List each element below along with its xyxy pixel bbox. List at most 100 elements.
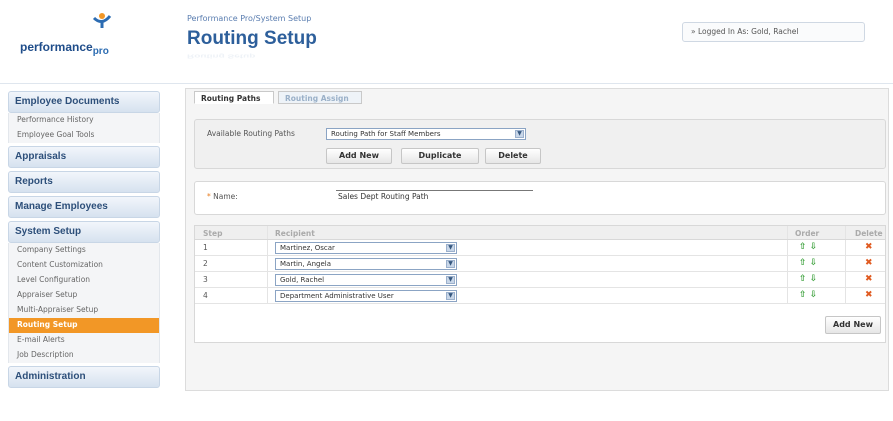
chevron-down-icon: ▼ [515,130,524,138]
add-new-path-button[interactable]: Add New [326,148,392,164]
reorder-controls: ⇧ ⇩ [799,274,817,284]
sidebar-item-content-customization[interactable]: Content Customization [9,258,159,273]
column-divider [845,256,846,271]
column-divider [267,226,268,239]
logo-text: performancepro [20,40,109,57]
sidebar-item-appraiser-setup[interactable]: Appraiser Setup [9,288,159,303]
table-header: Step Recipient Order Delete [195,226,885,240]
name-label-text: Name: [213,192,238,201]
column-divider [845,240,846,255]
available-routing-paths-label: Available Routing Paths [207,129,295,138]
table-footer: Add New [195,304,885,342]
recipient-select[interactable]: Department Administrative User ▼ [275,290,457,302]
breadcrumb[interactable]: Performance Pro/System Setup [187,14,311,23]
tab-routing-paths[interactable]: Routing Paths [194,91,274,104]
sidebar-section-appraisals[interactable]: Appraisals [8,146,160,168]
sidebar-item-email-alerts[interactable]: E-mail Alerts [9,333,159,348]
sidebar-submenu-employee-documents: Performance History Employee Goal Tools [8,113,160,143]
move-up-icon[interactable]: ⇧ [799,274,807,284]
header: performancepro Performance Pro/System Se… [0,0,893,84]
move-down-icon[interactable]: ⇩ [810,290,818,300]
move-down-icon[interactable]: ⇩ [810,242,818,252]
sidebar-submenu-system-setup: Company Settings Content Customization L… [8,243,160,363]
sidebar-item-performance-history[interactable]: Performance History [9,113,159,128]
step-number: 3 [203,275,208,284]
reorder-controls: ⇧ ⇩ [799,258,817,268]
routing-path-name-input[interactable]: Sales Dept Routing Path [336,190,533,204]
page-title: Routing Setup [187,28,317,49]
logged-in-status[interactable]: » Logged In As: Gold, Rachel [682,22,865,42]
delete-row-icon[interactable]: ✖ [865,274,873,284]
column-divider [267,288,268,303]
column-step: Step [203,229,223,238]
column-divider [787,256,788,271]
table-row: 1 Martinez, Oscar ▼ ⇧ ⇩ ✖ [195,240,885,256]
move-up-icon[interactable]: ⇧ [799,290,807,300]
sidebar-item-level-configuration[interactable]: Level Configuration [9,273,159,288]
move-down-icon[interactable]: ⇩ [810,274,818,284]
sidebar: Employee Documents Performance History E… [8,88,160,388]
column-divider [787,288,788,303]
sidebar-item-routing-setup[interactable]: Routing Setup [9,318,159,333]
sidebar-section-administration[interactable]: Administration [8,366,160,388]
reorder-controls: ⇧ ⇩ [799,242,817,252]
step-number: 2 [203,259,208,268]
tab-routing-assign[interactable]: Routing Assign [278,91,362,104]
sidebar-item-multi-appraiser-setup[interactable]: Multi-Appraiser Setup [9,303,159,318]
delete-row-icon[interactable]: ✖ [865,290,873,300]
delete-row-icon[interactable]: ✖ [865,242,873,252]
sidebar-section-manage-employees[interactable]: Manage Employees [8,196,160,218]
sidebar-item-job-description[interactable]: Job Description [9,348,159,363]
recipient-select[interactable]: Martinez, Oscar ▼ [275,242,457,254]
required-mark: * [207,192,211,201]
recipient-select[interactable]: Martin, Angela ▼ [275,258,457,270]
column-delete: Delete [855,229,883,238]
step-number: 1 [203,243,208,252]
name-label: * Name: [207,192,238,201]
move-up-icon[interactable]: ⇧ [799,258,807,268]
chevron-down-icon: ▼ [446,260,455,268]
chevron-down-icon: ▼ [446,292,455,300]
sidebar-section-employee-documents[interactable]: Employee Documents [8,91,160,113]
performance-pro-logo[interactable]: performancepro [8,8,168,78]
recipients-table: Step Recipient Order Delete 1 Martinez, … [194,225,886,343]
column-recipient: Recipient [275,229,315,238]
recipient-select-value: Martinez, Oscar [280,244,335,252]
person-logo-icon [92,13,112,28]
duplicate-path-button[interactable]: Duplicate [401,148,479,164]
column-divider [267,240,268,255]
sidebar-item-company-settings[interactable]: Company Settings [9,243,159,258]
move-up-icon[interactable]: ⇧ [799,242,807,252]
recipient-select[interactable]: Gold, Rachel ▼ [275,274,457,286]
recipient-select-value: Department Administrative User [280,292,394,300]
column-divider [845,288,846,303]
table-row: 3 Gold, Rachel ▼ ⇧ ⇩ ✖ [195,272,885,288]
sidebar-section-system-setup[interactable]: System Setup [8,221,160,243]
sidebar-section-reports[interactable]: Reports [8,171,160,193]
column-divider [787,226,788,239]
table-row: 4 Department Administrative User ▼ ⇧ ⇩ ✖ [195,288,885,304]
routing-path-select-value: Routing Path for Staff Members [331,130,441,138]
reorder-controls: ⇧ ⇩ [799,290,817,300]
delete-row-icon[interactable]: ✖ [865,258,873,268]
name-panel: * Name: Sales Dept Routing Path [194,181,886,215]
table-row: 2 Martin, Angela ▼ ⇧ ⇩ ✖ [195,256,885,272]
chevron-down-icon: ▼ [446,276,455,284]
column-divider [845,226,846,239]
column-divider [267,272,268,287]
column-divider [267,256,268,271]
routing-paths-panel: Available Routing Paths Routing Path for… [194,119,886,169]
column-divider [787,272,788,287]
move-down-icon[interactable]: ⇩ [810,258,818,268]
step-number: 4 [203,291,208,300]
delete-path-button[interactable]: Delete [485,148,541,164]
sidebar-item-employee-goal-tools[interactable]: Employee Goal Tools [9,128,159,143]
routing-path-select[interactable]: Routing Path for Staff Members ▼ [326,128,526,140]
recipient-select-value: Martin, Angela [280,260,331,268]
page-title-reflection: Routing Setup [187,52,256,59]
column-order: Order [795,229,820,238]
column-divider [845,272,846,287]
add-new-recipient-button[interactable]: Add New [825,316,881,334]
chevron-down-icon: ▼ [446,244,455,252]
main-content: Routing Paths Routing Assign Available R… [185,88,889,391]
